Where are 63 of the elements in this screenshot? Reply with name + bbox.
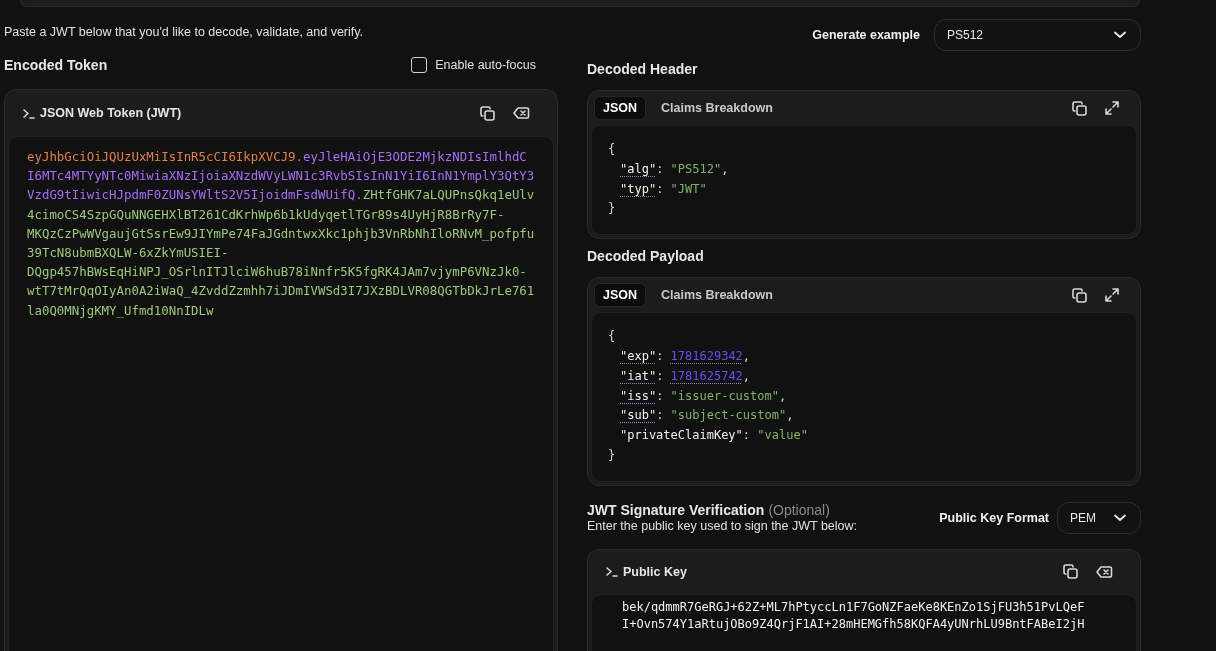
json-value: "issuer-custom" <box>670 388 779 403</box>
auto-focus-checkbox[interactable]: Enable auto-focus <box>411 57 536 73</box>
json-value: "subject-custom" <box>670 408 787 423</box>
key-text-line[interactable]: I+Ovn574Y1aRtujOBo9Z4QrjF1AI+28mHEMGfh58KQFA4yUNrhLU9BntFABeI2jH <box>622 615 1136 633</box>
editor-title: JSON Web Token (JWT) <box>40 106 182 120</box>
json-value[interactable]: 1781629342 <box>670 349 743 363</box>
section-title: Decoded Payload <box>587 248 705 265</box>
json-key[interactable]: "sub" <box>620 408 657 423</box>
colon: : <box>656 161 665 176</box>
terminal-icon <box>606 566 618 578</box>
copy-icon <box>1072 100 1087 116</box>
json-value: "value" <box>757 428 808 443</box>
terminal-icon <box>23 107 35 119</box>
comma: , <box>778 388 787 403</box>
editor-title: Public Key <box>623 564 687 579</box>
format-label: Public Key Format <box>939 510 1049 525</box>
brace: } <box>608 447 616 462</box>
view-tab[interactable]: JSON <box>594 96 647 120</box>
comma: , <box>742 349 751 363</box>
json-value: "JWT" <box>670 181 707 196</box>
copy-icon <box>480 105 495 121</box>
comma: , <box>786 408 794 423</box>
json-key[interactable]: "iss" <box>620 388 657 403</box>
brace: { <box>608 142 616 156</box>
json-key: "privateClaimKey" <box>620 428 743 443</box>
clear-icon <box>1096 564 1113 579</box>
json-key[interactable]: "exp" <box>620 349 657 363</box>
section-title: JWT Signature Verification <box>587 502 765 519</box>
algorithm-select[interactable]: PS512 <box>934 19 1141 51</box>
colon: : <box>656 368 665 383</box>
chevron-down-icon <box>1114 31 1126 39</box>
view-tab[interactable]: Claims Breakdown <box>652 283 782 308</box>
colon: : <box>742 428 752 443</box>
brace: { <box>608 329 616 344</box>
intro-text: Paste a JWT below that you'd like to decode, validate, and verify. <box>4 24 365 40</box>
section-subtitle: Enter the public key used to sign the JWT below: <box>587 519 858 534</box>
copy-icon <box>1063 564 1078 580</box>
colon: : <box>656 408 665 423</box>
key-text-line[interactable]: bek/qdmmR7GeRGJ+62Z+ML7hPtyccLn1F7GoNZFaeKe8KEnZo1SjFU3h51PvLQeF <box>622 598 1136 616</box>
json-key[interactable]: "alg" <box>620 161 657 176</box>
format-select[interactable]: PEM <box>1057 501 1141 534</box>
json-value: "PS512" <box>670 161 722 176</box>
generate-label: Generate example <box>812 28 920 42</box>
section-title: Encoded Token <box>4 57 108 73</box>
colon: : <box>656 181 665 196</box>
json-key[interactable]: "iat" <box>620 368 657 383</box>
view-tab[interactable]: Claims Breakdown <box>652 96 782 120</box>
expand-icon <box>1105 101 1119 115</box>
section-title: Decoded Header <box>587 61 699 77</box>
expand-button[interactable] <box>1102 98 1122 118</box>
comma: , <box>742 368 751 383</box>
colon: : <box>656 349 665 363</box>
view-tab[interactable]: JSON <box>594 283 647 308</box>
expand-icon <box>1105 288 1119 303</box>
colon: : <box>656 388 665 403</box>
json-key[interactable]: "typ" <box>620 181 657 196</box>
copy-icon <box>1072 287 1087 303</box>
optional-note: (Optional) <box>768 502 830 519</box>
comma: , <box>721 161 729 176</box>
clear-icon <box>513 106 530 120</box>
json-value[interactable]: 1781625742 <box>670 368 743 383</box>
brace: } <box>608 201 616 216</box>
chevron-down-icon <box>1114 513 1126 522</box>
